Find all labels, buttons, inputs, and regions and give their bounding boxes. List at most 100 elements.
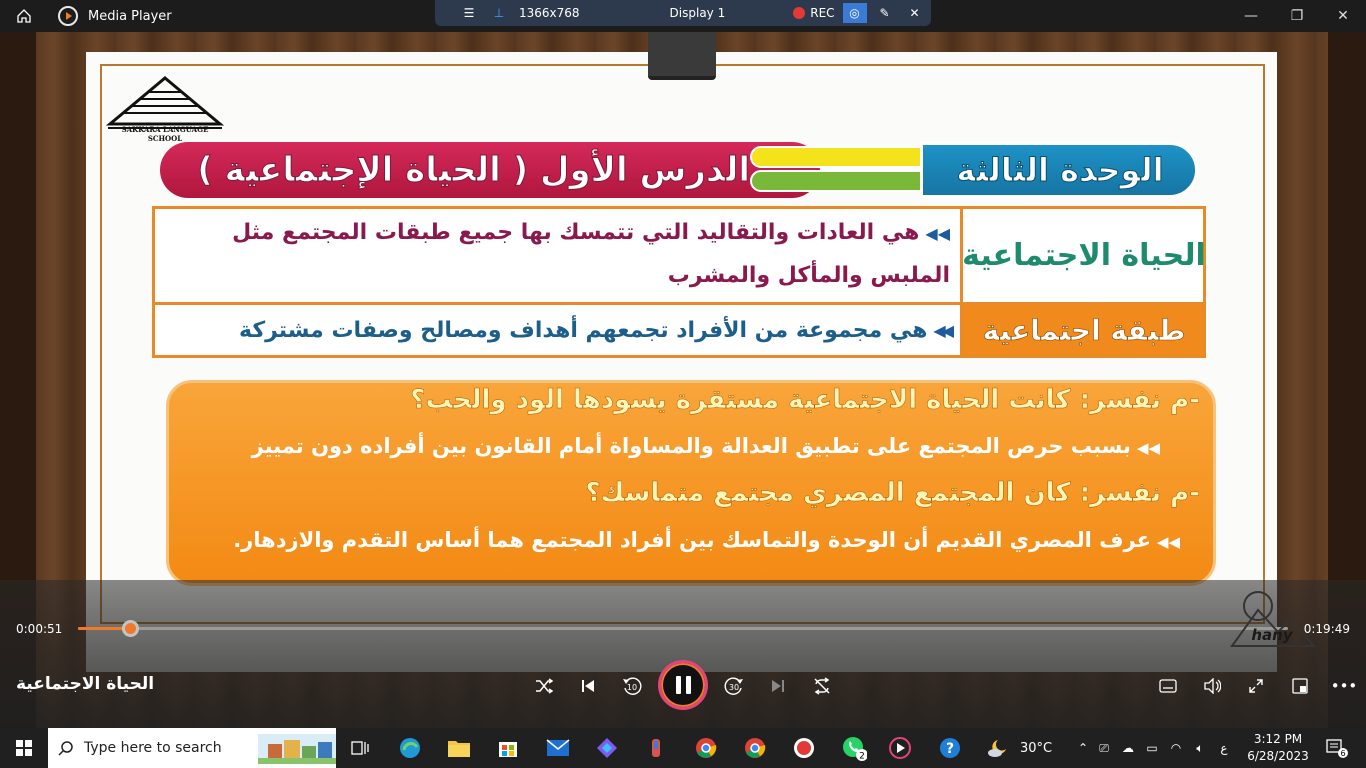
start-button[interactable] (0, 728, 48, 768)
whatsapp-badge: 2 (859, 752, 865, 762)
definition-text: هي العادات والتقاليد التي تتمسك بها جميع… (232, 220, 950, 288)
decor-bar-yellow (750, 146, 936, 168)
search-placeholder: Type here to search (84, 740, 222, 756)
help-button[interactable]: ? (936, 734, 964, 762)
more-options-button[interactable]: ••• (1330, 674, 1358, 698)
wifi-icon[interactable]: ◠ (1164, 741, 1188, 755)
system-tray: ⌃ ⎚ ☁ ▭ ◠ 🔈︎ ع (1074, 728, 1236, 768)
answer-text: عرف المصري القديم أن الوحدة والتماسك بين… (233, 528, 1151, 552)
double-arrow-icon: ◀◀ (1156, 533, 1184, 551)
shuffle-button[interactable] (530, 674, 558, 698)
pause-button[interactable] (658, 660, 708, 710)
store-button[interactable] (494, 734, 522, 762)
notification-icon: 6 (1326, 739, 1348, 758)
mail-icon (546, 739, 570, 756)
captions-button[interactable] (1154, 674, 1182, 698)
skip-back-button[interactable]: 10 (618, 674, 646, 698)
definition-social-class: ◀◀ هي مجموعة من الأفراد تجمعهم أهداف ومصا… (170, 307, 954, 353)
mail-button[interactable] (544, 734, 572, 762)
tray-chevron-up-icon[interactable]: ⌃ (1074, 741, 1092, 755)
volume-icon (1204, 678, 1221, 694)
school-name: SAKKARA LANGUAGE SCHOOL (121, 125, 209, 143)
decor-bar-green (750, 170, 936, 192)
search-highlight-art-icon (258, 734, 336, 764)
home-button[interactable] (0, 0, 48, 32)
whatsapp-icon: 2 (843, 737, 867, 762)
close-toolbar-icon[interactable]: ✕ (903, 6, 927, 20)
language-indicator[interactable]: ع (1212, 741, 1236, 755)
pinned-app-button[interactable] (642, 734, 670, 762)
definition-text: هي مجموعة من الأفراد تجمعهم أهداف ومصالح… (238, 317, 928, 343)
display-label: Display 1 (669, 6, 726, 20)
record-button[interactable]: REC (793, 6, 835, 20)
media-player-taskbar-button[interactable] (886, 734, 914, 762)
help-icon: ? (940, 738, 960, 758)
record-icon (794, 738, 814, 758)
answer-text: بسبب حرص المجتمع على تطبيق العدالة والمس… (251, 434, 1131, 458)
player-controls: 0:00:51 0:19:49 الحياة الاجتماعية 10 30 (0, 580, 1366, 728)
taskbar-search[interactable]: Type here to search (48, 728, 336, 768)
weather-temp: 30°C (1020, 740, 1053, 756)
pin-icon[interactable]: ⊥ (487, 6, 511, 20)
pen-icon[interactable]: ✎ (873, 6, 897, 20)
mini-player-button[interactable] (1286, 674, 1314, 698)
chrome-icon (696, 738, 717, 758)
close-button[interactable]: ✕ (1320, 0, 1366, 32)
edge-button[interactable] (396, 734, 424, 762)
maximize-button[interactable]: ❐ (1274, 0, 1320, 32)
minimize-button[interactable]: — (1228, 0, 1274, 32)
unit-title: الوحدة الثالثة (956, 151, 1164, 190)
next-button[interactable] (764, 674, 792, 698)
onedrive-cloud-icon[interactable]: ☁ (1116, 741, 1140, 755)
definition-social-life: ◀◀هي العادات والتقاليد التي تتمسك بها جم… (170, 212, 954, 298)
skip-back-label: 10 (627, 683, 637, 692)
media-title: الحياة الاجتماعية (16, 674, 155, 694)
fullscreen-button[interactable] (1242, 674, 1270, 698)
file-explorer-button[interactable] (445, 734, 473, 762)
answer-1: ◀◀ بسبب حرص المجتمع على تطبيق العدالة وال… (190, 434, 1164, 474)
whatsapp-button[interactable]: 2 (840, 734, 868, 762)
edge-icon (400, 738, 420, 758)
notifications-button[interactable]: 6 (1322, 728, 1352, 768)
chrome-icon (745, 738, 766, 758)
skip-back-icon: 10 (623, 677, 642, 695)
task-view-icon (351, 741, 369, 755)
previous-button[interactable] (574, 674, 602, 698)
watermark-logo-icon: hany (1230, 591, 1316, 647)
lesson-title: الدرس الأول ( الحياة الإجتماعية ) (197, 150, 751, 191)
chrome-button[interactable] (692, 734, 720, 762)
media-player-icon (889, 737, 911, 759)
search-icon (58, 741, 73, 756)
task-view-button[interactable] (346, 734, 374, 762)
menu-icon[interactable]: ☰ (457, 6, 481, 20)
screen-recorder-button[interactable] (790, 734, 818, 762)
taskbar-clock[interactable]: 3:12 PM 6/28/2023 (1246, 731, 1310, 765)
skip-forward-icon: 30 (724, 677, 743, 695)
seek-bar[interactable] (78, 620, 1288, 637)
copilot-button[interactable] (593, 734, 621, 762)
meet-icon[interactable]: ⎚ (1092, 741, 1116, 756)
battery-icon[interactable]: ▭ (1140, 741, 1164, 755)
skip-forward-button[interactable]: 30 (720, 674, 748, 698)
chrome-profile-button[interactable] (741, 734, 769, 762)
skip-forward-label: 30 (729, 683, 739, 692)
expand-icon (1249, 679, 1263, 693)
speaker-icon[interactable]: 🔈︎ (1188, 741, 1212, 756)
media-player-window: SAKKARA LANGUAGE SCHOOL الدرس الأول ( ال… (0, 0, 1366, 768)
more-icon: ••• (1330, 677, 1358, 695)
pinned-app-icon (652, 739, 660, 757)
volume-button[interactable] (1198, 674, 1226, 698)
clock-date: 6/28/2023 (1247, 749, 1309, 763)
current-time: 0:00:51 (16, 622, 63, 636)
watermark-text: hany (1251, 626, 1293, 644)
term-social-class: طبقة اجتماعية (982, 313, 1186, 347)
clock-time: 3:12 PM (1253, 732, 1303, 746)
display-toolbar: ☰ ⊥ 1366x768 Display 1 REC ◎ ✎ ✕ (435, 0, 931, 26)
repeat-button[interactable] (808, 674, 836, 698)
weather-widget[interactable]: 30°C (986, 728, 1052, 768)
magnifier-icon[interactable]: ◎ (842, 3, 867, 23)
seek-thumb[interactable] (122, 620, 140, 637)
folder-icon (448, 741, 470, 757)
window-title: Media Player (88, 8, 172, 24)
board-clip (648, 32, 716, 80)
